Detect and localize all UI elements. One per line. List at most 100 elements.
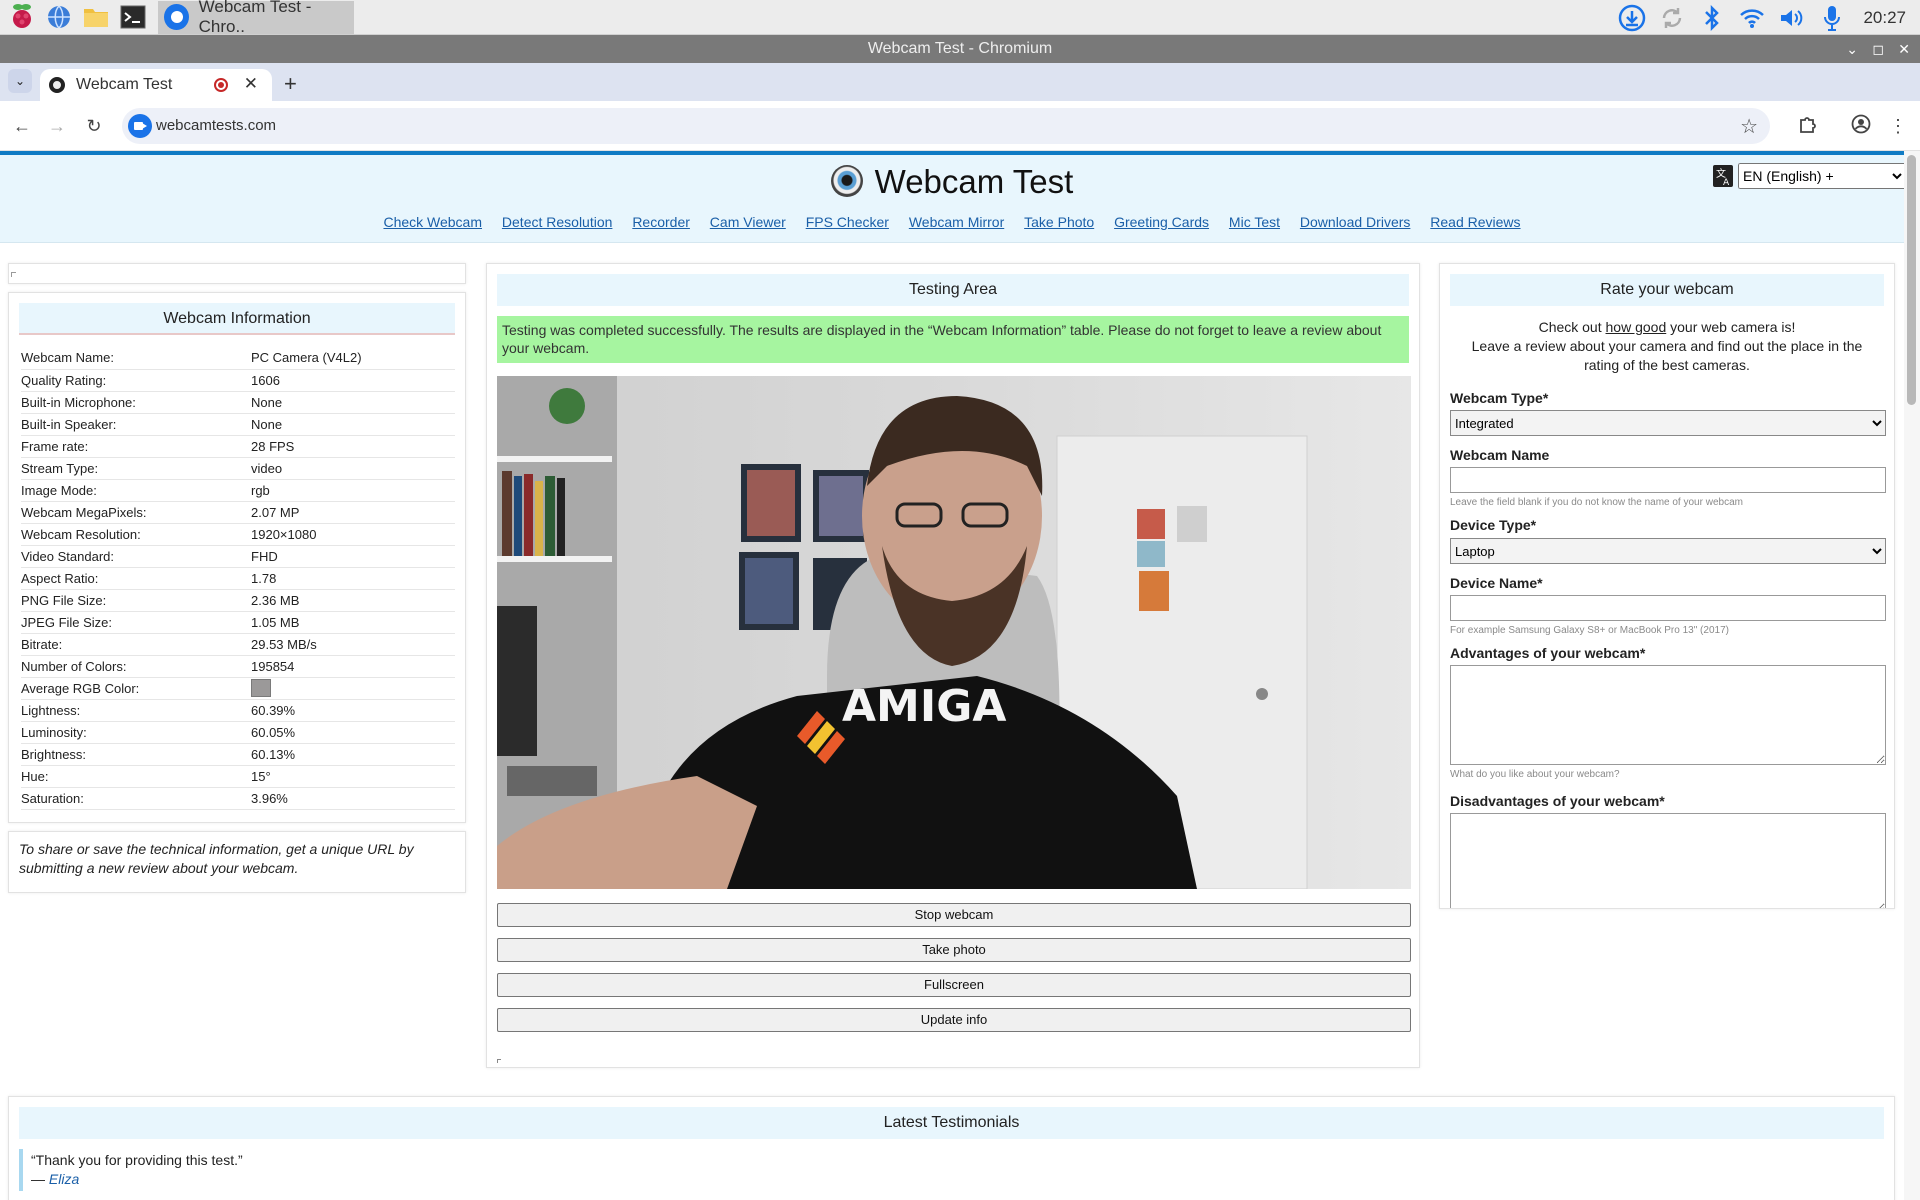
testing-area-title: Testing Area: [497, 274, 1409, 306]
nav-greeting-cards[interactable]: Greeting Cards: [1114, 214, 1209, 230]
webcam-favicon-icon: [49, 77, 65, 93]
fullscreen-button[interactable]: Fullscreen: [497, 973, 1411, 997]
nav-recorder[interactable]: Recorder: [632, 214, 690, 230]
device-name-input[interactable]: [1450, 595, 1886, 621]
minimize-icon[interactable]: ⌄: [1846, 35, 1858, 63]
chromium-icon: [164, 4, 189, 30]
info-value: 15°: [251, 765, 455, 788]
back-arrow-icon[interactable]: ←: [10, 114, 34, 138]
site-header: Webcam Test Check Webcam Detect Resoluti…: [0, 155, 1906, 243]
info-value: None: [251, 413, 455, 436]
disadvantages-textarea[interactable]: [1450, 813, 1886, 908]
svg-text:A: A: [1723, 178, 1730, 188]
profile-icon[interactable]: [1849, 114, 1873, 138]
more-menu-icon[interactable]: ⋮: [1886, 114, 1910, 138]
left-ad-placeholder: [8, 263, 466, 284]
info-row: Video Standard: FHD: [21, 545, 455, 568]
info-row: Webcam Resolution: 1920×1080: [21, 523, 455, 546]
webcam-video-feed[interactable]: AMIGA: [497, 376, 1411, 889]
page-scrollbar[interactable]: [1904, 151, 1920, 1200]
close-window-icon[interactable]: ✕: [1898, 35, 1910, 63]
webcam-name-label: Webcam Name: [1450, 447, 1550, 463]
info-row: Webcam MegaPixels: 2.07 MP: [21, 501, 455, 524]
close-tab-icon[interactable]: ✕: [244, 74, 258, 94]
info-value: FHD: [251, 545, 455, 568]
rate-intro-pre: Check out: [1538, 319, 1606, 335]
site-nav: Check Webcam Detect Resolution Recorder …: [0, 214, 1904, 230]
webcam-name-input[interactable]: [1450, 467, 1886, 493]
language-select[interactable]: EN (English) +: [1738, 163, 1906, 189]
wifi-icon[interactable]: [1737, 3, 1767, 33]
os-taskbar: Webcam Test - Chro.. 20:27: [0, 0, 1920, 36]
nav-download-drivers[interactable]: Download Drivers: [1300, 214, 1410, 230]
new-tab-plus-icon[interactable]: +: [284, 71, 297, 97]
info-value: rgb: [251, 479, 455, 502]
extensions-puzzle-icon[interactable]: [1796, 114, 1820, 138]
info-label: Bitrate:: [21, 633, 251, 656]
browser-toolbar: ← → ↻ webcamtests.com ☆ ⋮: [0, 101, 1920, 151]
info-row: Built-in Microphone: None: [21, 391, 455, 414]
info-label: Built-in Microphone:: [21, 391, 251, 414]
corner-mark: [497, 1059, 501, 1063]
reload-icon[interactable]: ↻: [82, 114, 106, 138]
webcam-type-select[interactable]: Integrated: [1450, 410, 1886, 436]
url-text[interactable]: webcamtests.com: [156, 108, 276, 144]
terminal-icon[interactable]: [118, 2, 148, 32]
info-value: None: [251, 391, 455, 414]
camera-in-use-icon[interactable]: [128, 114, 152, 138]
webcam-name-hint: Leave the field blank if you do not know…: [1450, 497, 1743, 508]
testimonial-dash: —: [31, 1171, 49, 1187]
nav-cam-viewer[interactable]: Cam Viewer: [710, 214, 786, 230]
tab-search-chevron-icon[interactable]: ⌄: [8, 69, 32, 93]
shirt-text: AMIGA: [842, 681, 1006, 732]
device-type-select[interactable]: Laptop: [1450, 538, 1886, 564]
testimonial-author-link[interactable]: Eliza: [49, 1171, 79, 1187]
info-value: [251, 677, 455, 700]
testimonials-panel: Latest Testimonials “Thank you for provi…: [8, 1096, 1895, 1200]
nav-detect-resolution[interactable]: Detect Resolution: [502, 214, 613, 230]
device-type-label: Device Type*: [1450, 517, 1537, 533]
update-info-button[interactable]: Update info: [497, 1008, 1411, 1032]
nav-webcam-mirror[interactable]: Webcam Mirror: [909, 214, 1004, 230]
info-label: Webcam Name:: [21, 347, 251, 370]
file-manager-icon[interactable]: [81, 2, 111, 32]
microphone-icon[interactable]: [1817, 3, 1847, 33]
nav-take-photo[interactable]: Take Photo: [1024, 214, 1094, 230]
info-row: Bitrate: 29.53 MB/s: [21, 633, 455, 656]
site-title: Webcam Test: [0, 163, 1904, 201]
rate-intro-post: your web camera is!: [1666, 319, 1796, 335]
address-bar[interactable]: webcamtests.com ☆: [122, 108, 1770, 144]
volume-icon[interactable]: [1777, 3, 1807, 33]
maximize-icon[interactable]: ◻: [1872, 35, 1884, 63]
taskbar-chromium-window[interactable]: Webcam Test - Chro..: [158, 0, 354, 36]
tab-webcam-test[interactable]: Webcam Test ✕: [40, 69, 272, 101]
raspberry-menu-icon[interactable]: [7, 2, 37, 32]
nav-fps-checker[interactable]: FPS Checker: [806, 214, 889, 230]
how-good-link[interactable]: how good: [1606, 319, 1667, 335]
nav-read-reviews[interactable]: Read Reviews: [1430, 214, 1520, 230]
info-row: Luminosity: 60.05%: [21, 721, 455, 744]
take-photo-button[interactable]: Take photo: [497, 938, 1411, 962]
recording-indicator-icon: [214, 78, 228, 92]
web-browser-launcher-icon[interactable]: [44, 2, 74, 32]
info-label: Average RGB Color:: [21, 677, 251, 700]
info-value: 60.13%: [251, 743, 455, 766]
download-tray-icon[interactable]: [1617, 3, 1647, 33]
info-label: Webcam MegaPixels:: [21, 501, 251, 524]
device-name-label: Device Name*: [1450, 575, 1543, 591]
info-label: Lightness:: [21, 699, 251, 722]
nav-check-webcam[interactable]: Check Webcam: [383, 214, 482, 230]
advantages-label: Advantages of your webcam*: [1450, 645, 1646, 661]
advantages-textarea[interactable]: [1450, 665, 1886, 765]
testing-area-panel: Testing Area Testing was completed succe…: [486, 263, 1420, 1068]
bookmark-star-icon[interactable]: ☆: [1740, 114, 1758, 139]
info-label: Hue:: [21, 765, 251, 788]
info-row: Hue: 15°: [21, 765, 455, 788]
scrollbar-thumb[interactable]: [1907, 155, 1916, 405]
stop-webcam-button[interactable]: Stop webcam: [497, 903, 1411, 927]
sync-tray-icon[interactable]: [1657, 3, 1687, 33]
bluetooth-icon[interactable]: [1697, 3, 1727, 33]
info-row: Saturation: 3.96%: [21, 787, 455, 810]
nav-mic-test[interactable]: Mic Test: [1229, 214, 1280, 230]
forward-arrow-icon[interactable]: →: [45, 114, 69, 138]
